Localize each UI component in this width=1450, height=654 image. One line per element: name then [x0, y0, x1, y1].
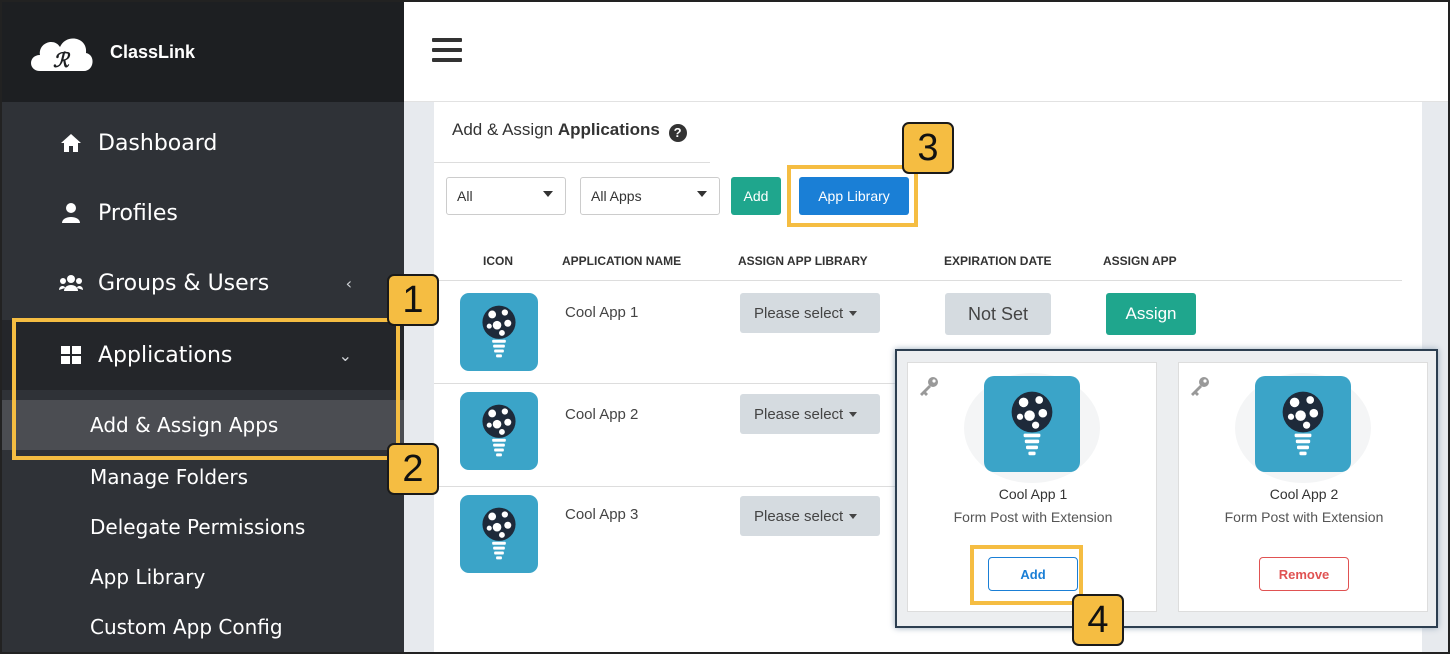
key-icon — [918, 375, 940, 397]
caret-down-icon — [849, 310, 858, 316]
lightbulb-app-icon — [460, 293, 538, 371]
lightbulb-app-icon — [460, 495, 538, 573]
sidebar-item-profiles[interactable]: Profiles — [2, 178, 404, 248]
card-app-type: Form Post with Extension — [1224, 509, 1384, 525]
add-button[interactable]: Add — [731, 177, 781, 215]
users-icon — [58, 274, 84, 292]
top-bar — [404, 2, 1448, 102]
hamburger-menu-icon[interactable] — [432, 38, 462, 62]
app-title: ClassLink — [110, 41, 196, 62]
assign-library-dropdown[interactable]: Please select — [740, 496, 880, 536]
sidebar-item-label: Groups & Users — [98, 270, 270, 296]
highlight-box-add — [970, 545, 1083, 605]
column-header-assign-app-library: ASSIGN APP LIBRARY — [738, 254, 868, 268]
chevron-down-icon — [697, 191, 707, 197]
application-name: Cool App 1 — [565, 304, 639, 321]
highlight-box-applications — [12, 318, 400, 460]
callout-number: 3 — [902, 122, 954, 174]
application-name: Cool App 3 — [565, 506, 639, 523]
caret-down-icon — [849, 411, 858, 417]
callout-number: 2 — [387, 443, 439, 495]
caret-down-icon — [849, 513, 858, 519]
expiration-date-button[interactable]: Not Set — [945, 293, 1051, 335]
highlight-box-app-library — [787, 165, 918, 227]
callout-number: 1 — [387, 274, 439, 326]
column-header-expiration-date: EXPIRATION DATE — [944, 254, 1052, 268]
column-header-application-name: APPLICATION NAME — [562, 254, 682, 268]
home-icon — [58, 133, 84, 153]
assign-library-dropdown[interactable]: Please select — [740, 293, 880, 333]
card-app-name: Cool App 2 — [1269, 486, 1339, 502]
key-icon — [1189, 375, 1211, 397]
apps-filter-select[interactable]: All Apps — [580, 177, 720, 215]
help-icon[interactable]: ? — [668, 124, 687, 142]
page-title: Add & Assign Applications ? — [452, 120, 687, 142]
lightbulb-app-icon — [1255, 376, 1351, 472]
application-name: Cool App 2 — [565, 406, 639, 423]
card-app-name: Cool App 1 — [998, 486, 1068, 502]
callout-number: 4 — [1072, 594, 1124, 646]
chevron-left-icon: ‹ — [345, 273, 352, 293]
sidebar-item-label: Dashboard — [98, 130, 218, 156]
sidebar-item-label: Profiles — [98, 200, 178, 226]
card-remove-button[interactable]: Remove — [1259, 557, 1349, 591]
classlink-logo-icon: ℛ — [26, 27, 96, 77]
card-app-type: Form Post with Extension — [953, 509, 1113, 525]
filter-select[interactable]: All — [446, 177, 566, 215]
row-divider — [434, 280, 1402, 281]
lightbulb-app-icon — [460, 392, 538, 470]
logo-bar: ℛ ClassLink — [2, 2, 404, 102]
title-divider — [434, 162, 710, 163]
sidebar-subitem-delegate-permissions[interactable]: Delegate Permissions — [2, 502, 404, 552]
column-header-icon: ICON — [483, 254, 513, 268]
sidebar-subitem-custom-app-config[interactable]: Custom App Config — [2, 602, 404, 652]
caret-down-icon — [543, 191, 553, 197]
sidebar-subitem-app-library[interactable]: App Library — [2, 552, 404, 602]
svg-text:ℛ: ℛ — [53, 48, 71, 72]
user-icon — [58, 203, 84, 223]
assign-library-dropdown[interactable]: Please select — [740, 394, 880, 434]
lightbulb-app-icon — [984, 376, 1080, 472]
assign-button[interactable]: Assign — [1106, 293, 1196, 335]
sidebar-item-dashboard[interactable]: Dashboard — [2, 108, 404, 178]
sidebar-item-groups-users[interactable]: Groups & Users ‹ — [2, 248, 404, 318]
app-card: Cool App 2 Form Post with Extension Remo… — [1178, 362, 1428, 612]
column-header-assign-app: ASSIGN APP — [1103, 254, 1177, 268]
